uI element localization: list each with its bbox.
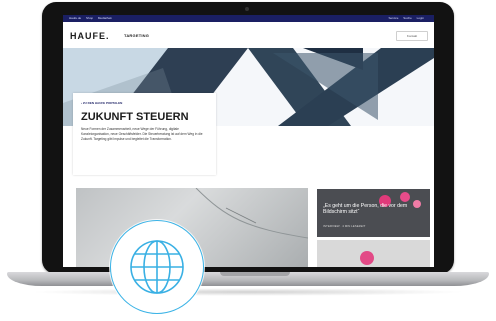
top-utility-bar: Haufe.de Shop Mediathek Service Suche Lo… [63,15,434,22]
nav-item-targeting[interactable]: TARGETING [124,33,149,38]
hero-text-card: ‹ ZU DEN HAUFE PORTALEN ZUKUNFT STEUERN … [73,93,216,175]
topbar-right-links: Service Suche Login [388,15,428,22]
globe-icon [110,220,204,314]
teaser-2-graphic [317,240,430,267]
topbar-link[interactable]: Login [417,16,424,20]
base-notch [220,272,290,276]
topbar-left-links: Haufe.de Shop Mediathek [69,15,116,22]
teaser-card-2[interactable] [317,240,430,267]
topbar-link[interactable]: Service [388,16,398,20]
topbar-link[interactable]: Haufe.de [69,16,81,20]
interview-teaser-card[interactable]: „Es geht um die Person, die vor dem Bild… [317,189,430,237]
teaser-meta: INTERVIEW · 4 MIN LESEZEIT [323,224,366,228]
haufe-logo[interactable]: HAUFE. [70,31,110,41]
hero-description: Neue Formen der Zusammenarbeit, neue Weg… [81,127,203,141]
webcam [245,7,249,11]
base-shadow [30,288,466,296]
topbar-link[interactable]: Suche [403,16,412,20]
back-to-portals-link[interactable]: ‹ ZU DEN HAUFE PORTALEN [81,101,122,105]
topbar-link[interactable]: Mediathek [98,16,112,20]
teaser-quote: „Es geht um die Person, die vor dem Bild… [323,203,408,215]
site-header: HAUFE. TARGETING Kontakt [63,22,434,49]
laptop-base [7,272,489,286]
contact-button[interactable]: Kontakt [396,31,428,41]
page-title: ZUKUNFT STEUERN [81,111,189,123]
topbar-link[interactable]: Shop [86,16,93,20]
